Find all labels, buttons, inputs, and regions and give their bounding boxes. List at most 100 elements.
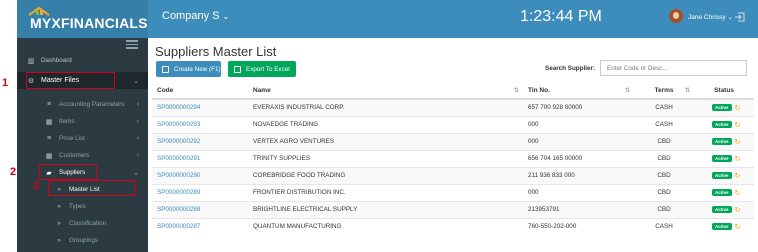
list-icon: ≡ xyxy=(46,135,52,142)
refresh-icon[interactable]: ↻ xyxy=(735,104,741,112)
tin-cell: 760-550-202-000 xyxy=(523,217,634,235)
list-icon: ≡ xyxy=(46,101,52,108)
table-row: SP0000000293 NOVAEDGE TRADING 000 CASH A… xyxy=(152,115,754,133)
status-badge: Active xyxy=(712,189,732,196)
table-row: SP0000000288 BRIGHTLINE ELECTRICAL SUPPL… xyxy=(152,200,754,218)
name-cell: FRONTIER DISTRIBUTION INC. xyxy=(248,183,523,201)
suppliers-table: Code Name ⇅ Tin No. ⇅ Terms ⇅ Status SP0000… xyxy=(152,82,754,235)
logo[interactable]: MYXFINANCIALS xyxy=(17,0,148,38)
terms-cell: CBD xyxy=(634,200,694,218)
code-cell[interactable]: SP0000000291 xyxy=(152,149,248,167)
refresh-icon[interactable]: ↻ xyxy=(735,121,741,129)
sidebar-item-label: Items xyxy=(59,118,75,125)
search-input[interactable] xyxy=(600,60,747,76)
chevron-left-icon: ‹ xyxy=(136,152,139,159)
sidebar-item-label: Types xyxy=(69,203,86,210)
annotation-box-suppliers xyxy=(39,164,97,180)
chevron-left-icon: ‹ xyxy=(136,101,139,108)
code-cell[interactable]: SP0000000292 xyxy=(152,132,248,150)
double-chevron-icon: » xyxy=(57,220,61,227)
page-title: Suppliers Master List xyxy=(155,44,277,59)
company-selector[interactable]: Company S ⌄ xyxy=(162,10,229,22)
annotation-number-3: 3 xyxy=(33,180,40,192)
table-icon: ▦ xyxy=(45,118,53,126)
status-badge: Active xyxy=(712,223,732,231)
document-icon xyxy=(162,65,169,73)
logout-icon[interactable] xyxy=(734,11,746,23)
status-badge: Active xyxy=(712,138,732,145)
table-icon: ▦ xyxy=(45,152,53,160)
chevron-left-icon: ‹ xyxy=(136,118,139,125)
code-cell[interactable]: SP0000000293 xyxy=(152,115,248,133)
code-cell[interactable]: SP0000000294 xyxy=(152,98,248,116)
status-badge: Active xyxy=(712,104,732,112)
tin-cell: 657 700 928 00000 xyxy=(523,98,634,116)
content-panel: Suppliers Master List Create New (F1) Ex… xyxy=(148,38,758,252)
sidebar-item-price-list[interactable]: ≡ Price List ‹ xyxy=(17,130,148,147)
sidebar-item-groupings[interactable]: » Groupings xyxy=(17,232,148,249)
status-cell: Active ↻ xyxy=(694,200,754,218)
table-row: SP0000000294 EVERAXIS INDUSTRIAL CORP. 6… xyxy=(152,98,754,116)
refresh-icon[interactable]: ↻ xyxy=(735,138,741,146)
sort-icon: ⇅ xyxy=(684,88,690,94)
export-excel-button[interactable]: Export To Excel xyxy=(228,61,296,77)
status-cell: Active ↻ xyxy=(694,217,754,235)
bar-chart-icon: ▥ xyxy=(27,57,35,65)
sidebar-item-label: Customers xyxy=(59,152,90,159)
refresh-icon[interactable]: ↻ xyxy=(735,172,741,180)
tin-cell: 656 704 165 00000 xyxy=(523,149,634,167)
table-row: SP0000000292 VERTEX AGRO VENTURES 000 CB… xyxy=(152,132,754,150)
avatar[interactable] xyxy=(669,9,683,23)
code-cell[interactable]: SP0000000290 xyxy=(152,166,248,184)
user-menu[interactable]: Jane Chrissy ⌄ xyxy=(688,13,733,21)
status-badge: Active xyxy=(712,206,732,213)
status-cell: Active ↻ xyxy=(694,166,754,184)
name-cell: TRINITY SUPPLIES xyxy=(248,149,523,167)
sidebar-item-classification[interactable]: » Classification xyxy=(17,215,148,232)
terms-cell: CBD xyxy=(634,183,694,201)
table-row: SP0000000291 TRINITY SUPPLIES 656 704 16… xyxy=(152,149,754,167)
sidebar: MYXFINANCIALS ▥ Dashboard ⚙ Master Files… xyxy=(17,0,148,252)
status-cell: Active ↻ xyxy=(694,98,754,116)
chevron-down-icon: ⌄ xyxy=(727,14,733,21)
code-cell[interactable]: SP0000000289 xyxy=(152,183,248,201)
top-header: Company S ⌄ 1:23:44 PM Jane Chrissy ⌄ xyxy=(148,0,758,38)
column-header-tin[interactable]: Tin No. ⇅ xyxy=(523,82,634,100)
double-chevron-icon: » xyxy=(57,237,61,244)
table-row: SP0000000289 FRONTIER DISTRIBUTION INC. … xyxy=(152,183,754,201)
terms-cell: CBD xyxy=(634,166,694,184)
sidebar-item-customers[interactable]: ▦ Customers ‹ xyxy=(17,147,148,164)
excel-icon xyxy=(234,65,241,73)
code-cell[interactable]: SP0000000287 xyxy=(152,217,248,235)
column-header-code[interactable]: Code xyxy=(152,82,248,100)
status-cell: Active ↻ xyxy=(694,183,754,201)
sidebar-item-dashboard[interactable]: ▥ Dashboard xyxy=(17,52,148,69)
column-header-status[interactable]: Status xyxy=(694,82,754,100)
left-margin xyxy=(0,0,17,252)
status-badge: Active xyxy=(712,155,732,162)
annotation-box-master-list xyxy=(48,180,135,196)
status-badge: Active xyxy=(712,121,732,128)
chevron-left-icon: ‹ xyxy=(136,135,139,142)
double-chevron-icon: » xyxy=(57,203,61,210)
create-new-label: Create New (F1) xyxy=(174,65,221,73)
sidebar-item-accounting-parameters[interactable]: ≡ Accounting Parameters ‹ xyxy=(17,96,148,113)
refresh-icon[interactable]: ↻ xyxy=(735,206,741,214)
sidebar-item-label: Price List xyxy=(59,135,85,142)
create-new-button[interactable]: Create New (F1) xyxy=(156,61,221,77)
column-header-name[interactable]: Name ⇅ xyxy=(248,82,523,100)
refresh-icon[interactable]: ↻ xyxy=(735,189,741,197)
terms-cell: CASH xyxy=(634,115,694,133)
annotation-number-1: 1 xyxy=(2,77,9,89)
name-cell: BRIGHTLINE ELECTRICAL SUPPLY xyxy=(248,200,523,218)
sidebar-toggle-icon[interactable] xyxy=(126,40,138,49)
tin-cell: 000 xyxy=(523,183,634,201)
refresh-icon[interactable]: ↻ xyxy=(735,223,741,231)
status-cell: Active ↻ xyxy=(694,132,754,150)
search-label: Search Supplier: xyxy=(545,65,596,72)
sidebar-item-items[interactable]: ▦ Items ‹ xyxy=(17,113,148,130)
column-header-terms[interactable]: Terms ⇅ xyxy=(634,82,694,100)
refresh-icon[interactable]: ↻ xyxy=(735,155,741,163)
code-cell[interactable]: SP0000000288 xyxy=(152,200,248,218)
sidebar-item-types[interactable]: » Types xyxy=(17,198,148,215)
